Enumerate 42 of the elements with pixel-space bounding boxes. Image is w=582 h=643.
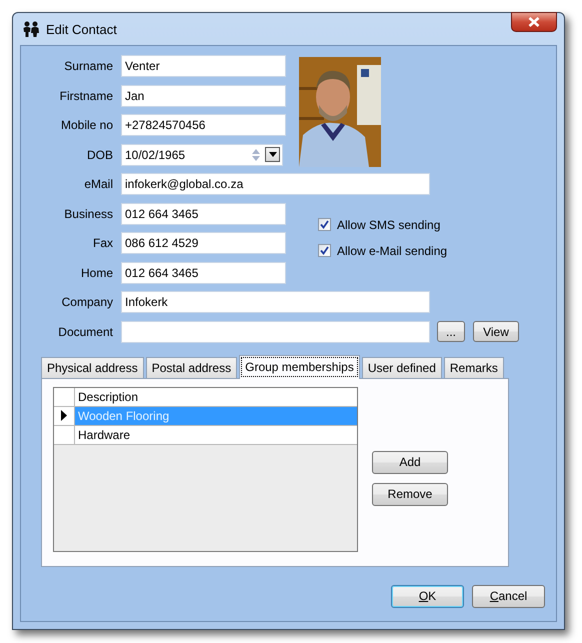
people-icon xyxy=(22,21,40,37)
close-button[interactable] xyxy=(511,12,557,32)
check-icon xyxy=(320,246,329,255)
browse-button[interactable]: ... xyxy=(437,321,465,342)
field-label: Home xyxy=(80,266,114,280)
tab[interactable]: Group memberships xyxy=(239,354,360,378)
field-label: Mobile no xyxy=(60,118,114,132)
text-field[interactable]: 086 612 4529 xyxy=(121,232,286,254)
dropdown-button[interactable] xyxy=(265,147,280,162)
field-label: Fax xyxy=(92,236,114,250)
date-picker[interactable]: 10/02/1965 xyxy=(121,144,283,166)
field-label: eMail xyxy=(83,177,114,191)
text-field[interactable]: 012 664 3465 xyxy=(121,202,286,224)
text-field[interactable]: +27824570456 xyxy=(121,114,286,136)
tab[interactable]: User defined xyxy=(362,356,442,378)
text-field[interactable]: 012 664 3465 xyxy=(121,262,286,284)
current-row-icon xyxy=(61,410,67,421)
field-label: Firstname xyxy=(58,88,114,102)
ok-button[interactable]: OK xyxy=(391,584,464,608)
text-field[interactable]: Jan xyxy=(121,84,286,106)
add-button[interactable]: Add xyxy=(372,450,448,474)
cancel-button[interactable]: Cancel xyxy=(472,584,545,608)
field-label: Surname xyxy=(63,59,114,73)
field-label: DOB xyxy=(86,148,114,162)
caret-icon xyxy=(268,152,276,157)
tab[interactable]: Physical address xyxy=(41,356,144,378)
close-icon xyxy=(528,17,540,27)
field-label: Document xyxy=(57,324,114,338)
text-field[interactable]: Infokerk xyxy=(121,291,430,313)
checkbox[interactable]: Allow SMS sending xyxy=(318,218,520,232)
window-title: Edit Contact xyxy=(46,22,117,36)
check-icon xyxy=(320,220,329,229)
text-field[interactable]: infokerk@global.co.za xyxy=(121,173,430,195)
remove-button[interactable]: Remove xyxy=(372,482,448,506)
text-field[interactable] xyxy=(121,320,430,342)
field-label: Business xyxy=(63,206,114,220)
tab[interactable]: Remarks xyxy=(444,356,504,378)
field-label: Company xyxy=(60,295,114,309)
tab[interactable]: Postal address xyxy=(146,356,238,378)
text-field[interactable]: Venter xyxy=(121,55,286,77)
view-button[interactable]: View xyxy=(473,321,519,342)
checkbox[interactable]: Allow e-Mail sending xyxy=(318,244,520,258)
